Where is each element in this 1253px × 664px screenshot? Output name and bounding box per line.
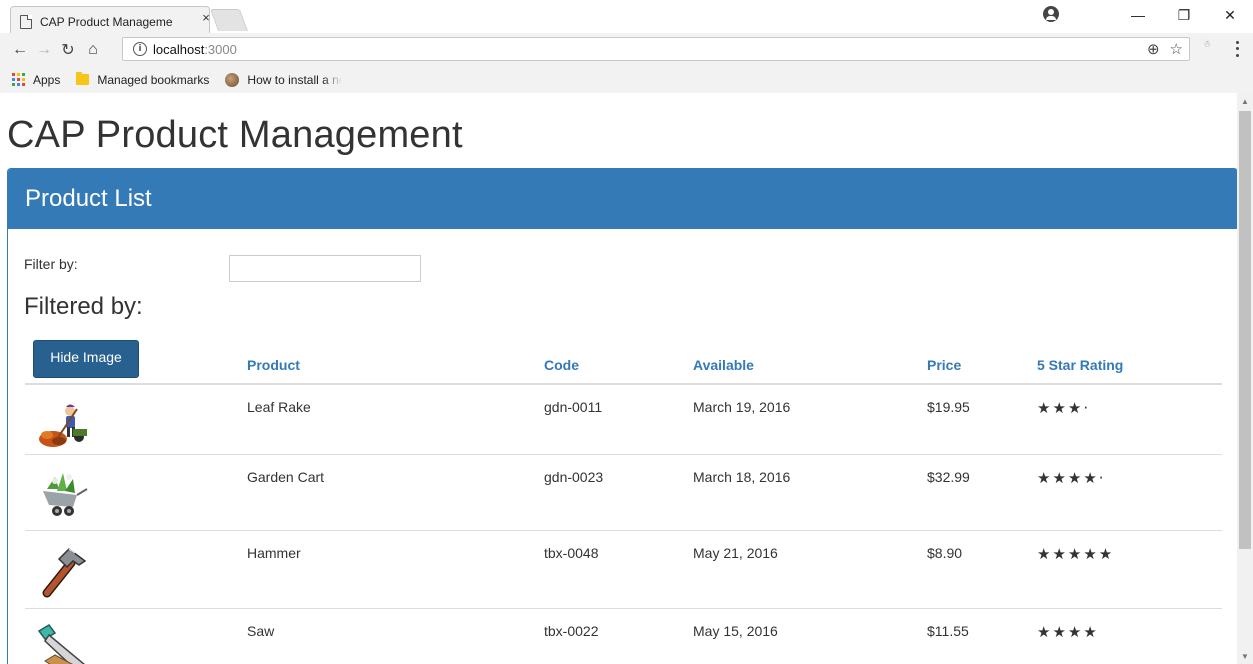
star-rating: ★★★· — [1037, 399, 1091, 417]
product-list-panel: Product List Filter by: Filtered by: Hid… — [7, 168, 1237, 664]
header-available[interactable]: Available — [693, 357, 754, 373]
profile-icon[interactable] — [1043, 6, 1059, 22]
product-code: gdn-0023 — [544, 469, 604, 485]
bookmarks-bar: Apps Managed bookmarks How to install a … — [0, 66, 1253, 93]
tab-strip: CAP Product Manageme × — ❐ ✕ — [0, 0, 1253, 33]
restore-icon[interactable]: ❐ — [1161, 0, 1207, 30]
bookmark-how-to-install[interactable]: How to install a new — [225, 72, 343, 87]
table-row: Leaf Rake gdn-0011 March 19, 2016 $19.95… — [25, 385, 1222, 455]
vertical-scrollbar[interactable]: ▲ ▼ — [1237, 93, 1253, 664]
product-available: March 19, 2016 — [693, 399, 791, 415]
back-icon[interactable]: ← — [9, 39, 31, 61]
browser-menu-icon[interactable] — [1232, 39, 1242, 59]
product-price: $32.99 — [927, 469, 970, 485]
scroll-thumb[interactable] — [1239, 111, 1251, 549]
product-available: May 21, 2016 — [693, 545, 778, 561]
product-table: Hide Image Product Code Available Price … — [25, 337, 1222, 664]
bookmark-label: How to install a new — [247, 72, 343, 87]
filtered-by-heading: Filtered by: — [24, 293, 143, 320]
browser-toolbar: ← → ↻ ⌂ i localhost:3000 ⊕ ☆ ☃ — [0, 33, 1253, 66]
info-icon[interactable]: i — [133, 42, 147, 56]
window-controls: — ❐ ✕ — [1115, 0, 1253, 30]
page-viewport: CAP Product Management Product List Filt… — [0, 93, 1237, 664]
filter-input[interactable] — [229, 255, 421, 282]
product-name: Hammer — [247, 545, 301, 561]
bookmark-managed[interactable]: Managed bookmarks — [76, 72, 210, 87]
folder-icon — [76, 72, 90, 85]
bookmark-apps[interactable]: Apps — [12, 73, 60, 87]
home-icon[interactable]: ⌂ — [82, 39, 104, 61]
table-row: Hammer tbx-0048 May 21, 2016 $8.90 ★★★★★ — [25, 531, 1222, 609]
reload-icon[interactable]: ↻ — [57, 39, 79, 61]
product-code: tbx-0048 — [544, 545, 599, 561]
table-row: Saw tbx-0022 May 15, 2016 $11.55 ★★★★ — [25, 609, 1222, 664]
filter-label: Filter by: — [24, 256, 78, 272]
bookmark-label: Apps — [33, 72, 61, 87]
scroll-up-icon[interactable]: ▲ — [1237, 95, 1253, 109]
table-row: Garden Cart gdn-0023 March 18, 2016 $32.… — [25, 455, 1222, 531]
header-product[interactable]: Product — [247, 357, 300, 373]
saw-image — [37, 624, 85, 664]
product-price: $8.90 — [927, 545, 963, 561]
page-icon — [20, 14, 32, 29]
hammer-image — [42, 548, 87, 598]
leaf-rake-image — [39, 404, 87, 447]
url-port: :3000 — [204, 41, 237, 57]
page-title: CAP Product Management — [7, 114, 463, 156]
product-code: tbx-0022 — [544, 623, 599, 639]
bookmark-star-icon[interactable]: ☆ — [1170, 40, 1183, 58]
forward-icon[interactable]: → — [33, 39, 55, 61]
apps-icon — [12, 73, 25, 86]
browser-chrome: CAP Product Manageme × — ❐ ✕ ← → ↻ ⌂ i l… — [0, 0, 1253, 93]
browser-tab-content[interactable]: CAP Product Manageme — [20, 10, 210, 33]
tab-title: CAP Product Manageme — [40, 14, 173, 29]
header-rating[interactable]: 5 Star Rating — [1037, 357, 1123, 373]
bookmark-label: Managed bookmarks — [97, 72, 210, 87]
product-name: Leaf Rake — [247, 399, 311, 415]
star-rating: ★★★★★ — [1037, 545, 1115, 563]
scroll-down-icon[interactable]: ▼ — [1237, 650, 1253, 664]
site-favicon-icon — [225, 72, 240, 87]
url-host: localhost — [153, 41, 205, 57]
hide-image-button[interactable]: Hide Image — [33, 340, 139, 378]
product-available: May 15, 2016 — [693, 623, 778, 639]
star-rating: ★★★★· — [1037, 469, 1106, 487]
header-price[interactable]: Price — [927, 357, 961, 373]
product-price: $19.95 — [927, 399, 970, 415]
product-name: Saw — [247, 623, 275, 639]
star-rating: ★★★★ — [1037, 623, 1099, 641]
product-name: Garden Cart — [247, 469, 325, 485]
table-header: Hide Image Product Code Available Price … — [25, 337, 1222, 385]
minimize-icon[interactable]: — — [1115, 0, 1161, 30]
new-tab-button[interactable] — [209, 9, 249, 31]
header-code[interactable]: Code — [544, 357, 579, 373]
garden-cart-image — [43, 473, 88, 516]
extension-icon[interactable]: ☃ — [1199, 40, 1215, 58]
zoom-icon[interactable]: ⊕ — [1147, 40, 1160, 58]
product-code: gdn-0011 — [544, 399, 603, 415]
filter-row: Filter by: — [24, 246, 421, 282]
close-window-icon[interactable]: ✕ — [1207, 0, 1253, 30]
panel-title: Product List — [8, 169, 1237, 229]
product-available: March 18, 2016 — [693, 469, 791, 485]
address-bar[interactable]: i localhost:3000 ⊕ ☆ — [122, 37, 1190, 61]
product-price: $11.55 — [927, 623, 969, 639]
